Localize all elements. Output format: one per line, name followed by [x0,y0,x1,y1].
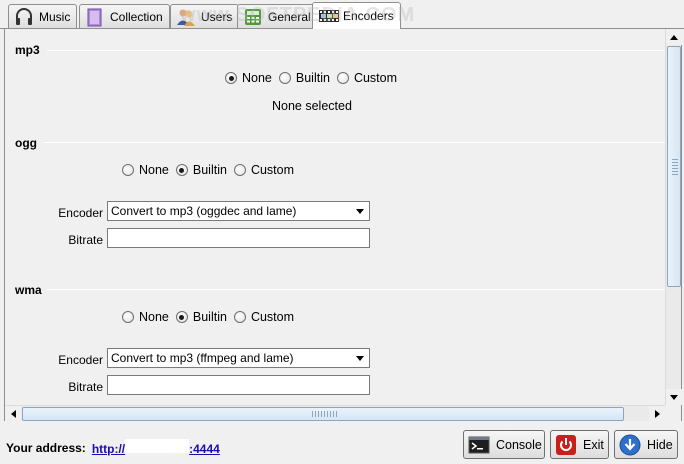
ogg-radio-group: None Builtin Custom [122,163,301,177]
wma-bitrate-label: Bitrate [68,380,103,394]
tab-music[interactable]: Music [8,4,78,29]
ogg-encoder-select[interactable]: Convert to mp3 (oggdec and lame) [107,201,370,221]
power-icon [555,434,577,456]
scrollbar-corner [665,405,681,421]
tab-label: Encoders [343,9,394,23]
address-prefix: http:// [91,442,126,456]
radio-label: None [139,310,169,324]
arrow-left-icon [10,410,16,418]
tab-encoders[interactable]: Encoders [312,2,401,29]
arrow-right-icon [654,410,660,418]
radio-label: Custom [250,310,295,324]
separator [43,142,665,143]
radio-label: Custom [353,71,398,85]
mp3-radio-none[interactable] [225,72,237,84]
ogg-radio-builtin[interactable] [175,164,188,176]
hide-button[interactable]: Hide [614,430,678,459]
section-title-ogg: ogg [15,136,37,150]
mp3-radio-custom[interactable] [336,72,349,84]
ogg-radio-custom[interactable] [233,164,246,176]
arrow-down-circle-icon [619,434,641,456]
mp3-radio-builtin[interactable] [278,72,291,84]
ogg-bitrate-input[interactable] [107,228,370,248]
console-button-label: Console [496,437,542,452]
users-icon [176,7,196,27]
film-strip-icon [318,6,339,26]
tab-label: Users [201,10,233,24]
tab-bar: Music Collection Users General Encoders [0,0,684,29]
address-port: :4444 [189,442,220,456]
wma-bitrate-input[interactable] [107,375,370,395]
select-value: Convert to mp3 (oggdec and lame) [111,204,297,218]
address-host-redacted [125,439,190,453]
tab-general[interactable]: General [237,4,318,29]
horizontal-scrollbar[interactable] [5,405,665,422]
mp3-status: None selected [272,99,352,113]
collection-icon [85,7,105,27]
grip-icon [312,411,338,417]
grip-icon [672,159,678,175]
tab-label: Music [39,10,71,24]
console-icon [468,434,490,456]
scroll-down-button[interactable] [666,389,682,405]
wma-encoder-label: Encoder [58,353,103,367]
vertical-scrollbar[interactable] [665,29,682,405]
wma-encoder-select[interactable]: Convert to mp3 (ffmpeg and lame) [107,348,370,368]
server-address: Your address: http:// :4444 [6,439,220,456]
ogg-bitrate-label: Bitrate [68,233,103,247]
separator [47,50,665,51]
chevron-down-icon [356,209,364,214]
wma-radio-group: None Builtin Custom [122,310,301,324]
arrow-up-icon [670,34,678,40]
exit-button[interactable]: Exit [550,430,609,459]
scroll-left-button[interactable] [5,406,21,422]
vertical-scroll-thumb[interactable] [667,46,681,287]
scroll-right-button[interactable] [649,406,665,422]
encoders-panel: mp3 None Builtin Custom None selected og… [4,28,682,422]
address-label: Your address: [6,440,86,455]
tab-label: Collection [110,10,163,24]
chevron-down-icon [356,356,364,361]
exit-button-label: Exit [583,437,604,452]
calculator-icon [243,7,263,27]
ogg-encoder-label: Encoder [58,206,103,220]
radio-label: None [242,71,272,85]
radio-label: None [139,163,169,177]
scroll-up-button[interactable] [666,29,682,45]
wma-radio-builtin[interactable] [175,311,188,323]
select-value: Convert to mp3 (ffmpeg and lame) [111,351,294,365]
section-title-wma: wma [15,283,42,297]
headphones-icon [14,7,34,27]
radio-label: Custom [250,163,295,177]
tab-users[interactable]: Users [170,4,240,29]
console-button[interactable]: Console [463,430,545,459]
ogg-radio-none[interactable] [122,164,134,176]
radio-label: Builtin [192,310,227,324]
radio-label: Builtin [192,163,227,177]
tab-label: General [268,10,311,24]
mp3-radio-group: None Builtin Custom [225,71,404,85]
radio-label: Builtin [295,71,330,85]
section-title-mp3: mp3 [15,43,40,57]
wma-radio-custom[interactable] [233,311,246,323]
separator [47,289,665,290]
wma-radio-none[interactable] [122,311,134,323]
address-link[interactable]: http:// :4444 [92,439,220,456]
tab-collection[interactable]: Collection [79,4,170,29]
horizontal-scroll-thumb[interactable] [22,407,624,421]
hide-button-label: Hide [647,437,673,452]
encoders-content: mp3 None Builtin Custom None selected og… [5,29,665,405]
arrow-down-icon [670,394,678,400]
